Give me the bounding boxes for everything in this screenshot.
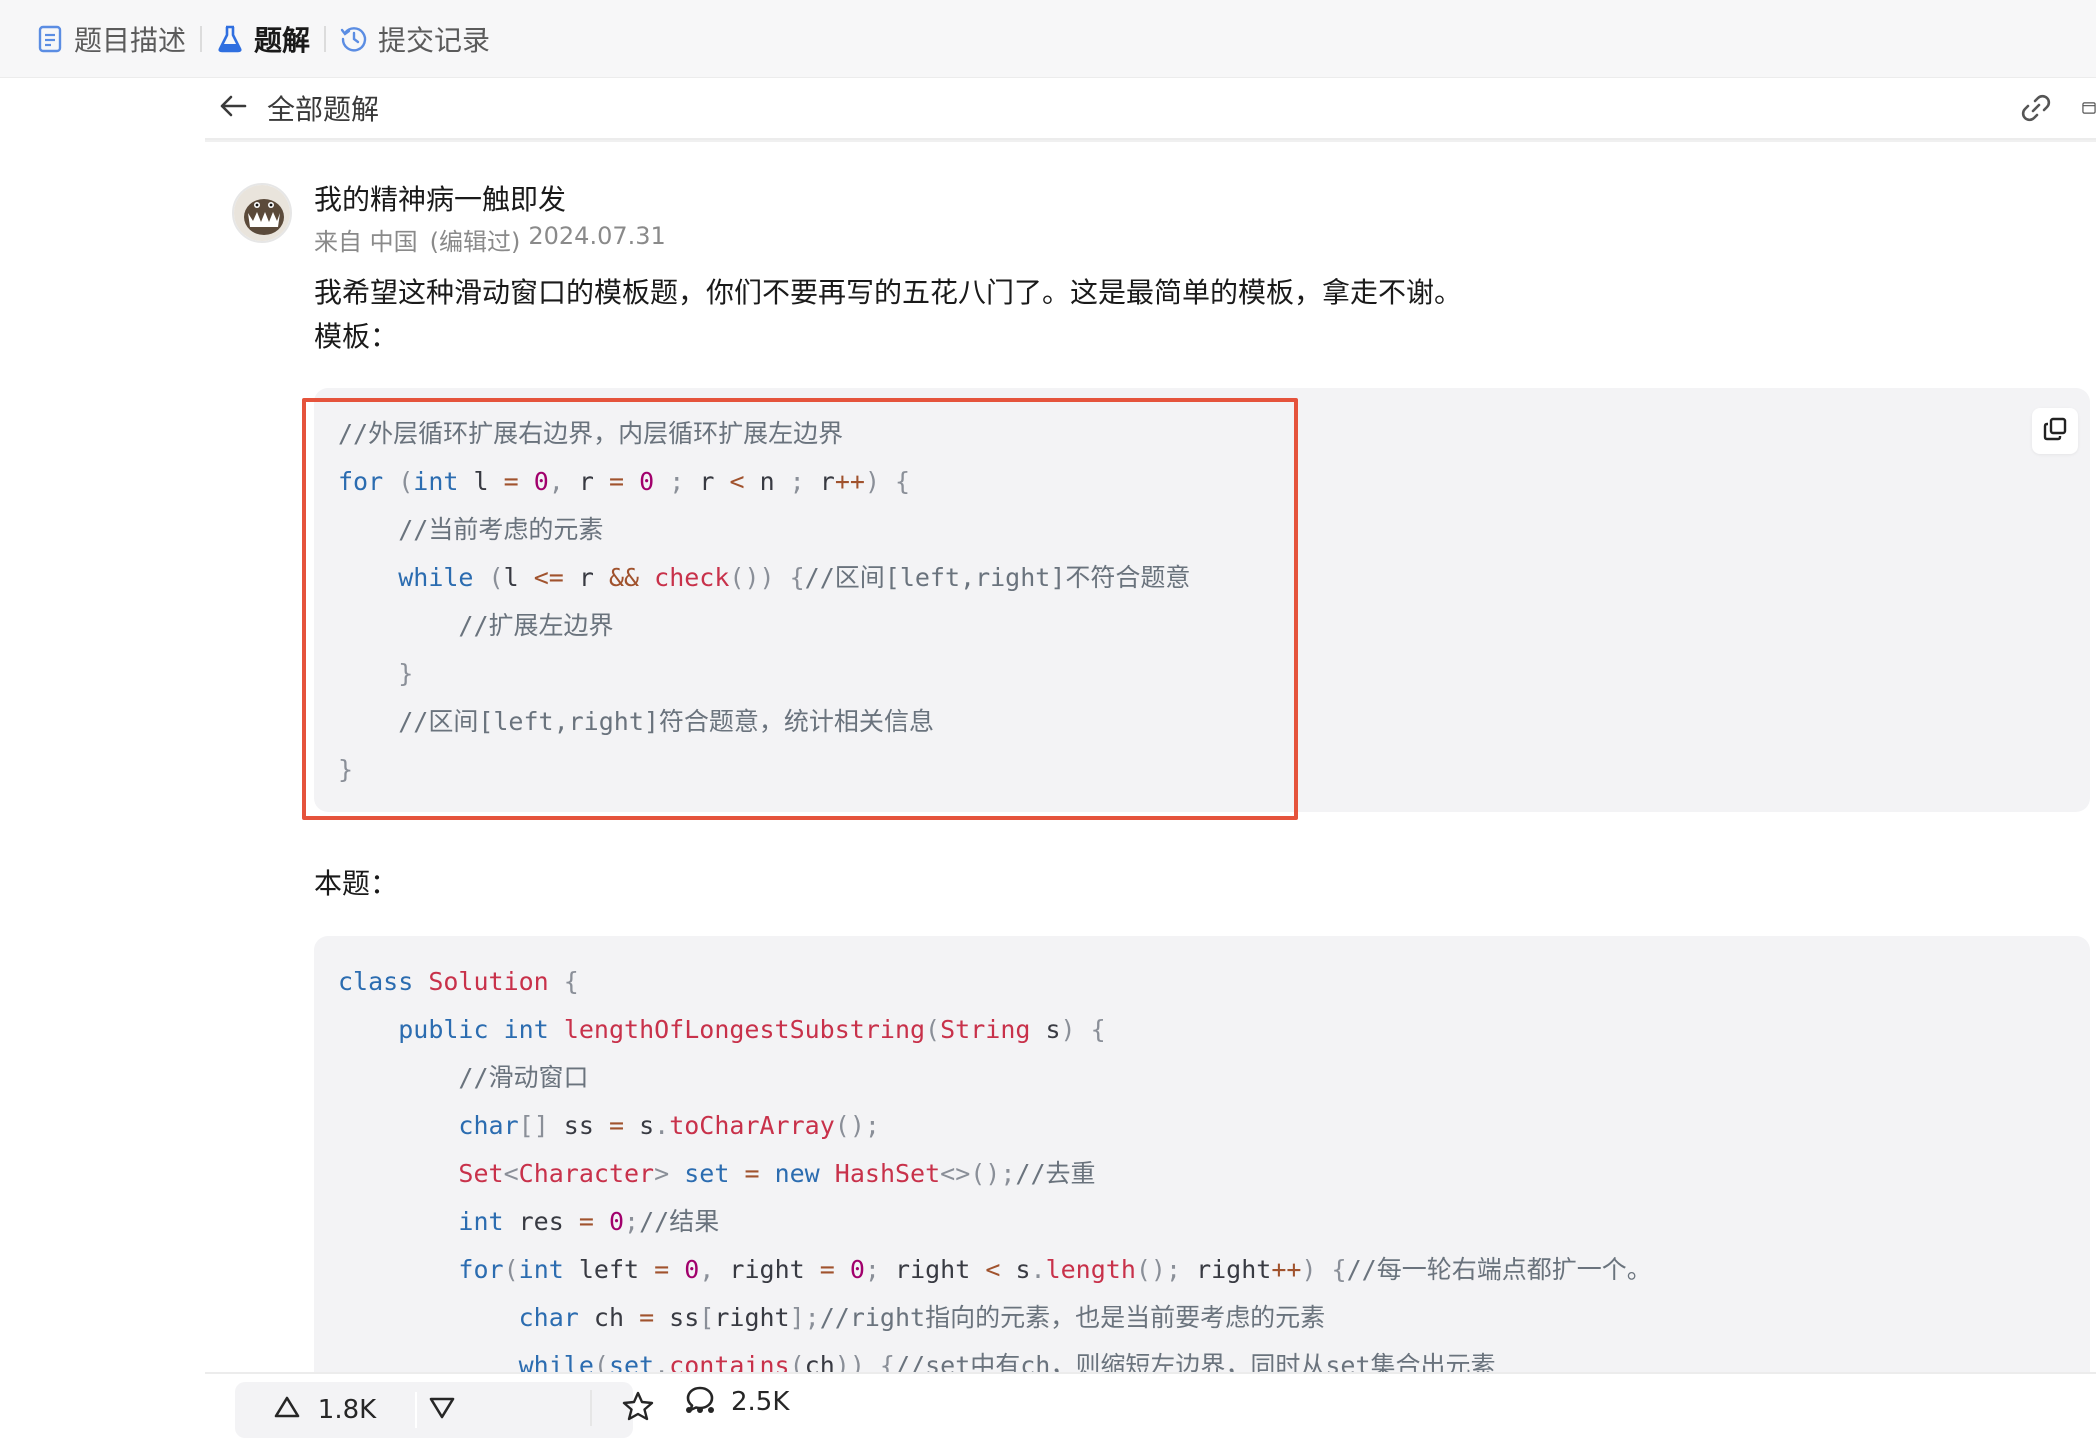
header-divider — [205, 140, 2096, 142]
tab-submissions[interactable]: 提交记录 — [326, 0, 504, 78]
tab-label: 提交记录 — [378, 23, 491, 57]
code-line: //外层循环扩展右边界，内层循环扩展左边界 — [338, 419, 844, 448]
back-to-all-solutions[interactable]: 全部题解 — [219, 88, 379, 128]
code-line: //当前考虑的元素 — [398, 515, 604, 544]
action-bar: 1.8K 2.5K — [205, 1372, 2096, 1438]
back-label: 全部题解 — [267, 93, 380, 126]
code-lines: class Solution { public int lengthOfLong… — [338, 958, 1652, 1390]
arrow-left-icon — [219, 92, 247, 125]
tab-solutions[interactable]: 题解 — [202, 0, 324, 78]
code-line: char[] ss = s.toCharArray(); — [458, 1111, 880, 1140]
triangle-down-icon — [429, 1396, 455, 1424]
code-line: for (int l = 0, r = 0 ; r < n ; r++) { — [338, 467, 911, 496]
flask-icon — [216, 25, 244, 53]
code-line: while (l <= r && check()) {//区间[left,rig… — [398, 563, 1191, 592]
upvote-count: 1.8K — [317, 1395, 377, 1425]
template-code-block: //外层循环扩展右边界，内层循环扩展左边界 for (int l = 0, r =… — [314, 388, 2090, 812]
code-lines: //外层循环扩展右边界，内层循环扩展左边界 for (int l = 0, r =… — [338, 410, 1190, 794]
code-line: for(int left = 0, right = 0; right < s.l… — [458, 1255, 1652, 1284]
intro-line: 我希望这种滑动窗口的模板题，你们不要再写的五花八门了。这是最简单的模板，拿走不谢… — [314, 276, 1463, 309]
post-date: 2024.07.31 — [528, 222, 666, 250]
code-line: } — [338, 755, 354, 784]
code-line: class Solution { — [338, 967, 579, 996]
comment-count: 2.5K — [731, 1387, 790, 1417]
solution-header: 全部题解 — [205, 78, 2096, 140]
tab-description[interactable]: 题目描述 — [22, 0, 200, 78]
post-intro: 我希望这种滑动窗口的模板题，你们不要再写的五花八门了。这是最简单的模板，拿走不谢… — [314, 271, 1462, 359]
star-icon — [622, 1391, 654, 1425]
tab-label: 题目描述 — [74, 23, 187, 57]
favorite-button[interactable] — [620, 1390, 656, 1426]
code-line: //区间[left,right]符合题意，统计相关信息 — [398, 707, 934, 736]
link-icon[interactable] — [2018, 90, 2054, 126]
triangle-up-icon — [274, 1395, 300, 1426]
more-button[interactable] — [682, 1390, 718, 1426]
more-horizontal-icon — [685, 1399, 715, 1418]
upvote-button[interactable]: 1.8K — [235, 1382, 415, 1438]
author-name[interactable]: 我的精神病一触即发 — [314, 178, 566, 218]
code-line: //滑动窗口 — [458, 1063, 589, 1092]
tab-bar: 题目描述 题解 提交记录 — [0, 0, 2096, 78]
code-line: Set<Character> set = new HashSet<>();//去… — [458, 1159, 1096, 1188]
section-label: 本题： — [314, 867, 399, 900]
code-line: } — [398, 659, 414, 688]
intro-line: 模板： — [314, 320, 399, 353]
tab-label: 题解 — [254, 23, 311, 57]
action-separator — [590, 1390, 592, 1426]
code-line: char ch = ss[right];//right指向的元素，也是当前要考虑… — [518, 1303, 1326, 1332]
history-icon — [340, 25, 368, 53]
code-line: int res = 0;//结果 — [458, 1207, 720, 1236]
vote-group: 1.8K — [235, 1382, 633, 1438]
code-line: //扩展左边界 — [458, 611, 614, 640]
copy-icon — [2043, 417, 2067, 445]
copy-code-button[interactable] — [2032, 408, 2078, 454]
post-meta: 来自 中国 (编辑过) 2024.07.31 — [314, 222, 666, 257]
split-view-icon[interactable] — [2082, 90, 2096, 126]
edited-flag: (编辑过) — [429, 228, 521, 256]
code-line: public int lengthOfLongestSubstring(Stri… — [398, 1015, 1106, 1044]
author-location: 来自 中国 — [314, 228, 418, 256]
downvote-button[interactable] — [417, 1382, 467, 1438]
avatar[interactable] — [232, 183, 292, 243]
solution-code-block: class Solution { public int lengthOfLong… — [314, 936, 2090, 1396]
document-icon — [36, 25, 64, 53]
